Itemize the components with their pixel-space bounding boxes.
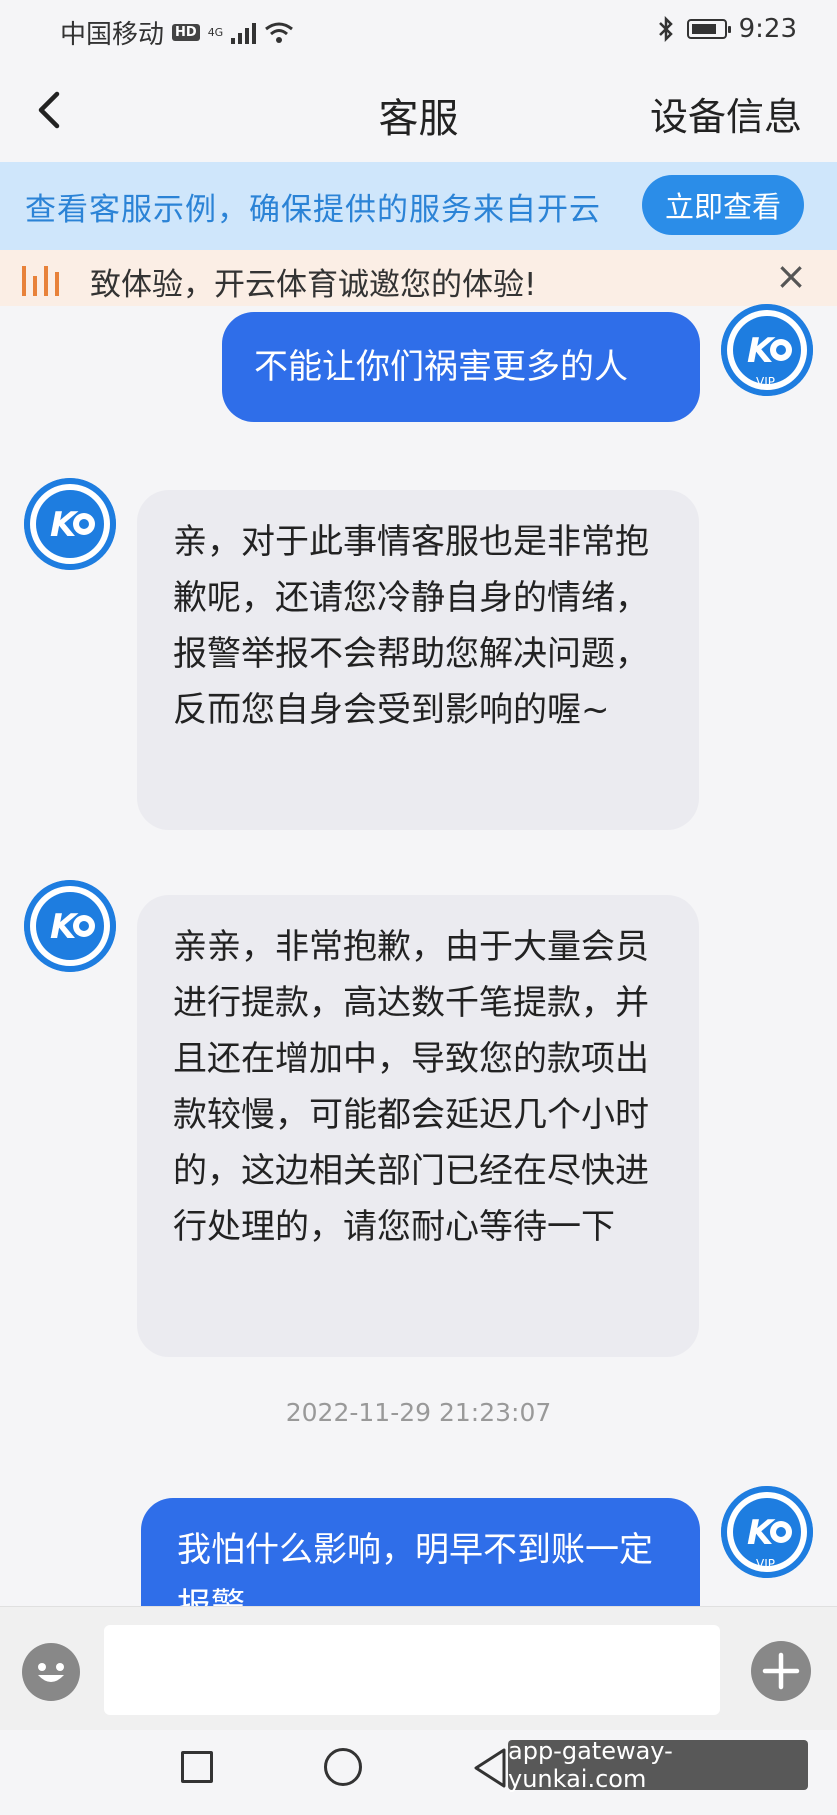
ko-logo-icon: K — [24, 478, 116, 570]
watermark-label: app-gateway-yunkai.com — [508, 1737, 808, 1793]
banner-text: 查看客服示例，确保提供的服务来自开云 — [25, 192, 601, 228]
carrier-label: 中国移动 — [60, 20, 165, 50]
bluetooth-icon — [658, 16, 673, 42]
user-avatar[interactable]: K VIP — [721, 1486, 813, 1578]
nav-bar: 客服 设备信息 — [0, 58, 837, 162]
clock: 9:23 — [738, 14, 797, 44]
plus-icon — [762, 1652, 800, 1690]
agent-avatar[interactable]: K — [24, 880, 116, 972]
verify-banner: 查看客服示例，确保提供的服务来自开云 立即查看 — [0, 162, 837, 250]
message-text: 亲，对于此事情客服也是非常抱歉呢，还请您冷静自身的情绪，报警举报不会帮助您解决问… — [173, 522, 649, 730]
ko-logo-icon: K VIP — [721, 1486, 813, 1578]
message-text: 不能让你们祸害更多的人 — [254, 347, 628, 387]
network-type: 4G — [207, 26, 224, 39]
message-input[interactable] — [104, 1625, 720, 1715]
message-text: 亲亲，非常抱歉，由于大量会员进行提款，高达数千笔提款，并且还在增加中，导致您的款… — [173, 927, 649, 1247]
audio-bars-icon — [22, 260, 59, 296]
battery-icon — [686, 19, 731, 39]
notice-text: 致体验，开云体育诚邀您的体验! — [90, 267, 537, 303]
message-timestamp: 2022-11-29 21:23:07 — [285, 1398, 552, 1427]
wifi-icon — [265, 22, 294, 43]
chat-input-bar — [0, 1606, 837, 1731]
agent-avatar[interactable]: K — [24, 478, 116, 570]
ko-logo-icon: K VIP — [721, 304, 813, 396]
vip-label: VIP — [756, 1557, 775, 1571]
message-bubble-user[interactable]: 不能让你们祸害更多的人 — [222, 312, 700, 422]
user-avatar[interactable]: K VIP — [721, 304, 813, 396]
view-now-button[interactable]: 立即查看 — [642, 175, 804, 235]
recents-button[interactable] — [181, 1751, 213, 1783]
status-bar: 中国移动 HD 4G 9:23 — [0, 0, 837, 58]
vip-label: VIP — [756, 375, 775, 389]
back-triangle-icon[interactable] — [470, 1746, 510, 1790]
message-bubble-agent[interactable]: 亲，对于此事情客服也是非常抱歉呢，还请您冷静自身的情绪，报警举报不会帮助您解决问… — [137, 490, 699, 830]
message-bubble-agent[interactable]: 亲亲，非常抱歉，由于大量会员进行提款，高达数千笔提款，并且还在增加中，导致您的款… — [137, 895, 699, 1357]
home-button[interactable] — [324, 1748, 362, 1786]
notice-bar: 致体验，开云体育诚邀您的体验! × — [0, 250, 837, 306]
smiley-icon — [38, 1663, 64, 1682]
close-icon[interactable]: × — [775, 254, 807, 298]
more-button[interactable] — [751, 1641, 811, 1701]
hd-badge: HD — [172, 24, 200, 41]
device-info-button[interactable]: 设备信息 — [650, 86, 802, 141]
emoji-button[interactable] — [22, 1643, 80, 1701]
signal-icon — [231, 22, 257, 44]
ko-logo-icon: K — [24, 880, 116, 972]
